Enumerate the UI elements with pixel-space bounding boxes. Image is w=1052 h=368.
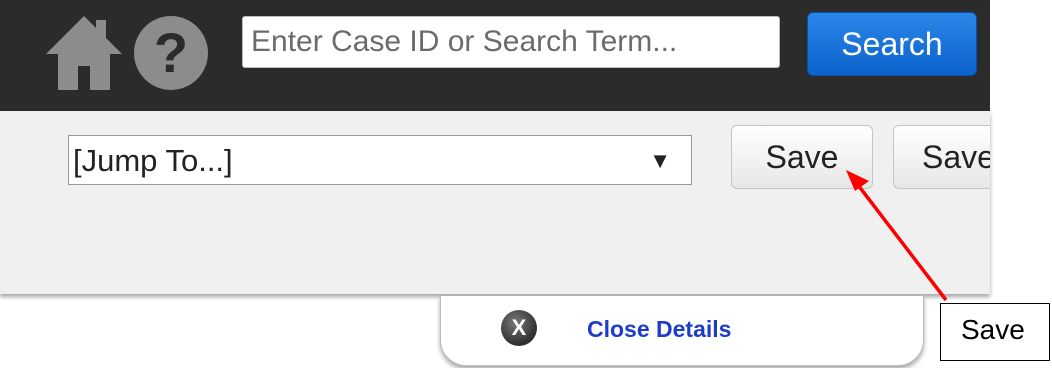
top-bar: ? Search <box>0 0 990 111</box>
close-circle-icon[interactable]: X <box>501 310 537 346</box>
close-details-link[interactable]: Close Details <box>587 316 731 343</box>
close-glyph: X <box>511 315 527 340</box>
dropdown-arrow-icon: ▼ <box>649 148 671 173</box>
search-button[interactable]: Search <box>807 12 977 76</box>
close-details-tab[interactable]: X Close Details <box>440 296 924 366</box>
search-input[interactable] <box>242 16 780 68</box>
jump-to-selected-value: [Jump To...] <box>73 143 233 178</box>
help-glyph: ? <box>153 21 189 84</box>
save-partial-button[interactable]: Save <box>893 125 990 189</box>
save-and-continue-button-clip: Save <box>893 125 990 189</box>
home-icon[interactable] <box>44 14 124 92</box>
save-button[interactable]: Save <box>731 125 873 189</box>
help-icon[interactable]: ? <box>134 16 208 90</box>
callout-label: Save <box>940 303 1050 361</box>
jump-to-select[interactable]: [Jump To...] ▼ <box>68 135 692 185</box>
toolbar: [Jump To...] ▼ Save Save <box>0 111 990 294</box>
